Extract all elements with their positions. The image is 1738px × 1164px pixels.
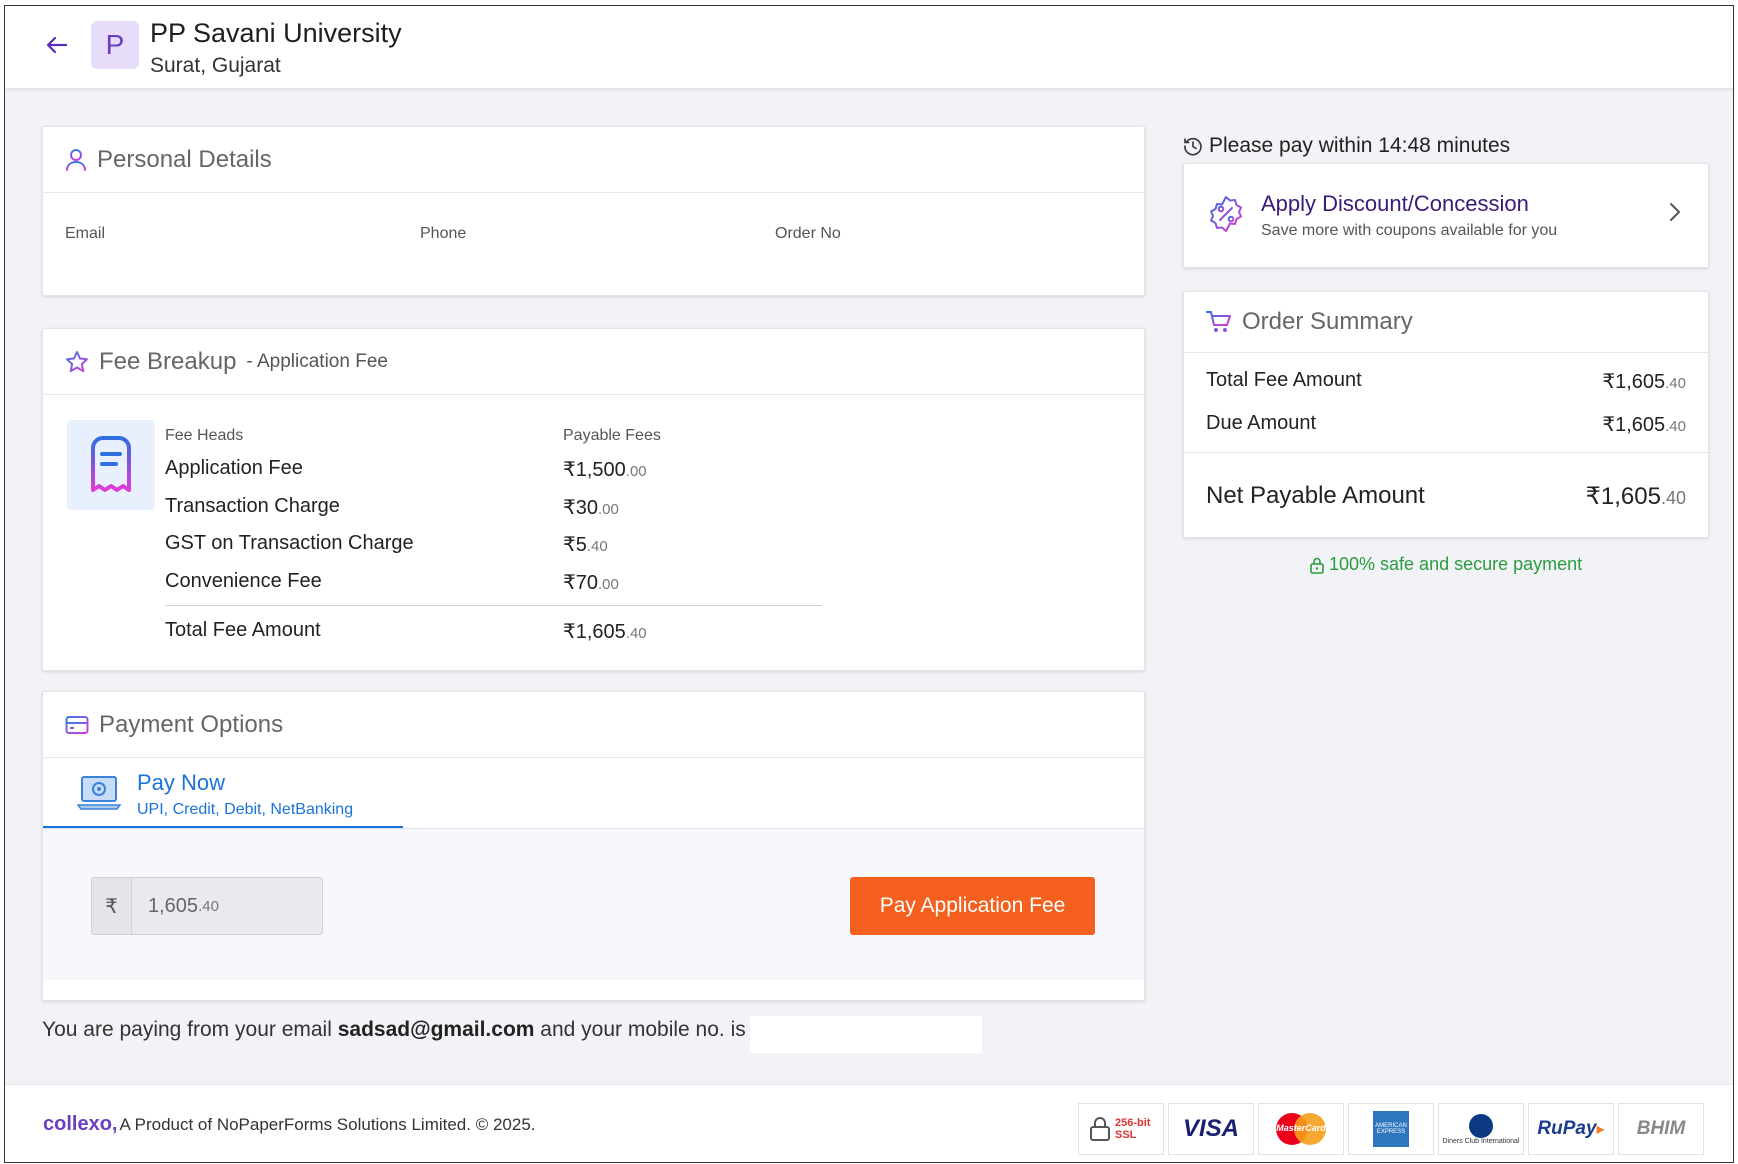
order-summary-card: Order Summary Total Fee Amount ₹1,605.40… — [1183, 291, 1709, 538]
fee-total-name: Total Fee Amount — [165, 619, 321, 641]
amount-value: 1,605.40 — [148, 894, 219, 917]
ssl-badge: 256-bit SSL — [1078, 1103, 1164, 1155]
paying-note: You are paying from your email sadsad@gm… — [42, 1018, 746, 1041]
masked-mobile — [750, 1016, 982, 1053]
diners-badge: Diners Club International — [1438, 1103, 1524, 1155]
user-icon — [66, 148, 86, 171]
visa-badge: VISA — [1168, 1103, 1254, 1155]
pay-now-subtitle: UPI, Credit, Debit, NetBanking — [137, 801, 354, 818]
payer-email: sadsad@gmail.com — [337, 1018, 535, 1041]
chevron-right-icon — [1670, 203, 1680, 221]
rupay-badge: RuPay ▸ — [1528, 1103, 1614, 1155]
star-icon — [66, 350, 88, 372]
back-button[interactable] — [43, 31, 71, 59]
footer: collexo, A Product of NoPaperForms Solut… — [5, 1084, 1733, 1162]
receipt-icon — [91, 436, 131, 492]
payable-fees-header: Payable Fees — [563, 427, 661, 444]
fee-breakup-header: Fee Breakup - Application Fee — [43, 329, 1144, 395]
phone-label: Phone — [420, 225, 467, 242]
os-total-row: Total Fee Amount ₹1,605.40 — [1206, 369, 1686, 393]
payment-options-header: Payment Options — [43, 692, 1144, 758]
fee-heads-header: Fee Heads — [165, 427, 244, 444]
lock-icon — [1310, 557, 1324, 574]
pay-now-title: Pay Now — [137, 770, 226, 795]
email-label: Email — [65, 225, 106, 242]
fee-breakup-title: Fee Breakup — [99, 347, 237, 375]
secure-payment-note: 100% safe and secure payment — [1309, 554, 1582, 575]
app-frame: P PP Savani University Surat, Gujarat Pe… — [4, 5, 1734, 1163]
footer-text: collexo, A Product of NoPaperForms Solut… — [43, 1113, 536, 1135]
personal-details-card: Personal Details Email Phone Order No — [42, 126, 1145, 296]
fee-row-amount: ₹5.40 — [563, 534, 608, 556]
amex-badge: AMERICAN EXPRESS — [1348, 1103, 1434, 1155]
payment-options-card: Payment Options Pay Now UPI, Credit, Deb… — [42, 691, 1145, 1001]
discount-title: Apply Discount/Concession — [1261, 191, 1529, 216]
payment-timer: Please pay within 14:48 minutes — [1183, 134, 1510, 158]
discount-badge-icon — [1210, 196, 1242, 232]
bhim-badge: BHIM — [1618, 1103, 1704, 1155]
amount-field[interactable]: ₹ 1,605.40 — [91, 877, 323, 935]
payment-badges: 256-bit SSL VISA MasterCard AMERICAN EXP… — [1078, 1103, 1704, 1155]
fee-total-amount: ₹1,605.40 — [563, 621, 647, 643]
university-logo: P — [91, 21, 139, 69]
fee-breakup-subtitle: - Application Fee — [246, 350, 388, 372]
personal-details-title: Personal Details — [97, 145, 272, 173]
timer-text: Please pay within 14:48 minutes — [1209, 134, 1511, 157]
pay-area: ₹ 1,605.40 Pay Application Fee — [43, 828, 1144, 980]
top-header: P PP Savani University Surat, Gujarat — [5, 6, 1733, 89]
order-summary-header: Order Summary — [1184, 292, 1708, 353]
fee-row-amount: ₹70.00 — [563, 572, 619, 594]
os-net-row: Net Payable Amount ₹1,605.40 — [1206, 482, 1686, 510]
apply-discount-card[interactable]: Apply Discount/Concession Save more with… — [1183, 163, 1709, 268]
fee-row-amount: ₹30.00 — [563, 497, 619, 519]
fee-row-name: Transaction Charge — [165, 495, 340, 517]
discount-subtitle: Save more with coupons available for you — [1261, 222, 1558, 239]
fee-row-name: Application Fee — [165, 457, 303, 479]
laptop-icon — [77, 776, 121, 810]
arrow-left-icon — [46, 36, 68, 54]
order-no-label: Order No — [775, 225, 841, 242]
pay-now-tab[interactable]: Pay Now UPI, Credit, Debit, NetBanking — [43, 758, 403, 828]
order-summary-title: Order Summary — [1242, 308, 1413, 335]
university-name: PP Savani University — [150, 18, 402, 48]
os-due-row: Due Amount ₹1,605.40 — [1206, 412, 1686, 436]
receipt-tile — [67, 420, 155, 510]
collexo-logo: collexo, — [43, 1113, 118, 1135]
clock-icon — [1184, 137, 1202, 156]
padlock-icon — [1090, 1117, 1110, 1141]
pay-application-fee-button[interactable]: Pay Application Fee — [850, 877, 1095, 935]
rupee-prefix: ₹ — [92, 878, 132, 934]
fee-row-name: Convenience Fee — [165, 570, 322, 592]
fee-divider — [165, 605, 822, 606]
credit-card-icon — [65, 715, 89, 734]
fee-row-amount: ₹1,500.00 — [563, 459, 647, 481]
personal-details-header: Personal Details — [43, 127, 1144, 193]
os-divider — [1184, 452, 1708, 453]
university-location: Surat, Gujarat — [150, 54, 281, 77]
mastercard-badge: MasterCard — [1258, 1103, 1344, 1155]
payment-options-title: Payment Options — [99, 710, 284, 738]
fee-row-name: GST on Transaction Charge — [165, 532, 414, 554]
cart-icon — [1206, 311, 1231, 332]
fee-breakup-card: Fee Breakup - Application Fee Fee Heads … — [42, 328, 1145, 671]
